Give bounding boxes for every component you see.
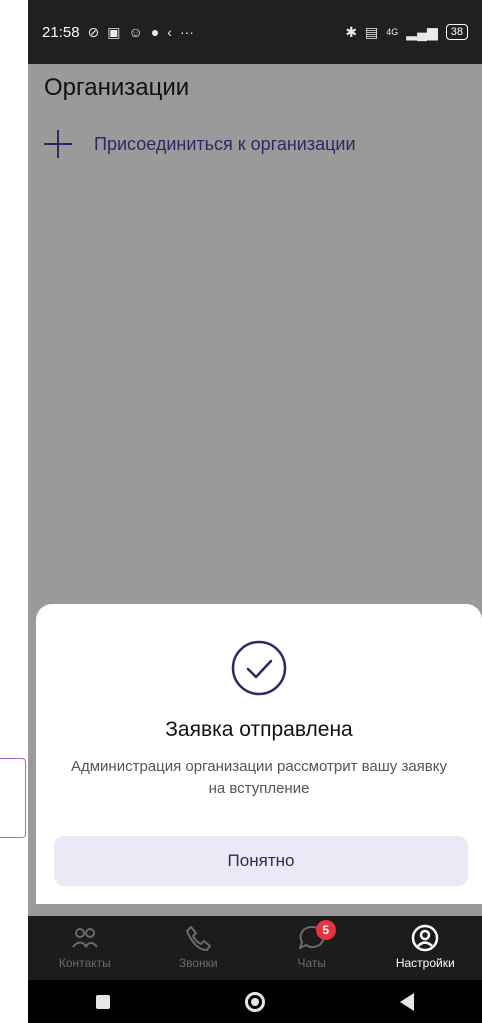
status-bar: 21:58 ⊘ ▣ ☺ ● ‹ ··· ✱ ▤ 4G ▂▄▆ 38 bbox=[28, 0, 482, 64]
ok-button[interactable]: Понятно bbox=[54, 836, 468, 886]
wifi-off-icon: ⊘ bbox=[87, 23, 100, 40]
face-icon: ☺ bbox=[128, 24, 143, 40]
nav-contacts-label: Контакты bbox=[58, 956, 111, 970]
more-notifications: ··· bbox=[179, 24, 194, 40]
contacts-icon bbox=[71, 928, 98, 948]
signal-icon: ▂▄▆ bbox=[406, 23, 438, 40]
join-organization-label: Присоединиться к организации bbox=[94, 133, 356, 154]
phone-screen: 21:58 ⊘ ▣ ☺ ● ‹ ··· ✱ ▤ 4G ▂▄▆ 38 Органи… bbox=[28, 0, 482, 1023]
settings-icon bbox=[412, 924, 439, 952]
recents-button[interactable] bbox=[95, 994, 110, 1009]
phone-icon bbox=[186, 926, 212, 951]
feather-icon: ‹ bbox=[167, 24, 172, 40]
dialog-message: Администрация организации рассмотрит ваш… bbox=[70, 758, 448, 797]
back-button[interactable] bbox=[400, 992, 415, 1011]
chat-bubble-icon: ● bbox=[150, 24, 160, 40]
system-navigation bbox=[28, 980, 482, 1023]
home-button[interactable] bbox=[244, 991, 265, 1012]
bluetooth-icon: ✱ bbox=[345, 23, 358, 40]
nav-calls[interactable]: Звонки bbox=[148, 916, 248, 970]
network-type: 4G bbox=[386, 27, 399, 37]
request-sent-sheet: Заявка отправлена Администрация организа… bbox=[36, 604, 482, 904]
status-time: 21:58 bbox=[42, 23, 80, 41]
nav-calls-label: Звонки bbox=[178, 956, 218, 970]
nav-settings[interactable]: Настройки bbox=[375, 916, 475, 970]
nav-settings-label: Настройки bbox=[395, 956, 455, 970]
nav-chats[interactable]: 5 Чаты bbox=[262, 916, 362, 970]
unread-badge: 5 bbox=[315, 920, 336, 940]
nav-contacts[interactable]: Контакты bbox=[35, 916, 135, 970]
battery-level: 38 bbox=[445, 24, 468, 40]
volte-icon: ▤ bbox=[365, 23, 379, 40]
edge-outline-box bbox=[0, 758, 26, 838]
bottom-navigation: Контакты Звонки 5 Чаты Настройки bbox=[28, 916, 482, 980]
nfc-icon: ▣ bbox=[107, 23, 121, 40]
page-title: Организации bbox=[44, 74, 190, 101]
dialog-title: Заявка отправлена bbox=[165, 718, 353, 741]
plus-icon bbox=[44, 130, 72, 158]
nav-chats-label: Чаты bbox=[297, 956, 327, 970]
join-organization-button[interactable]: Присоединиться к организации bbox=[44, 130, 356, 158]
check-circle-icon bbox=[231, 640, 287, 696]
